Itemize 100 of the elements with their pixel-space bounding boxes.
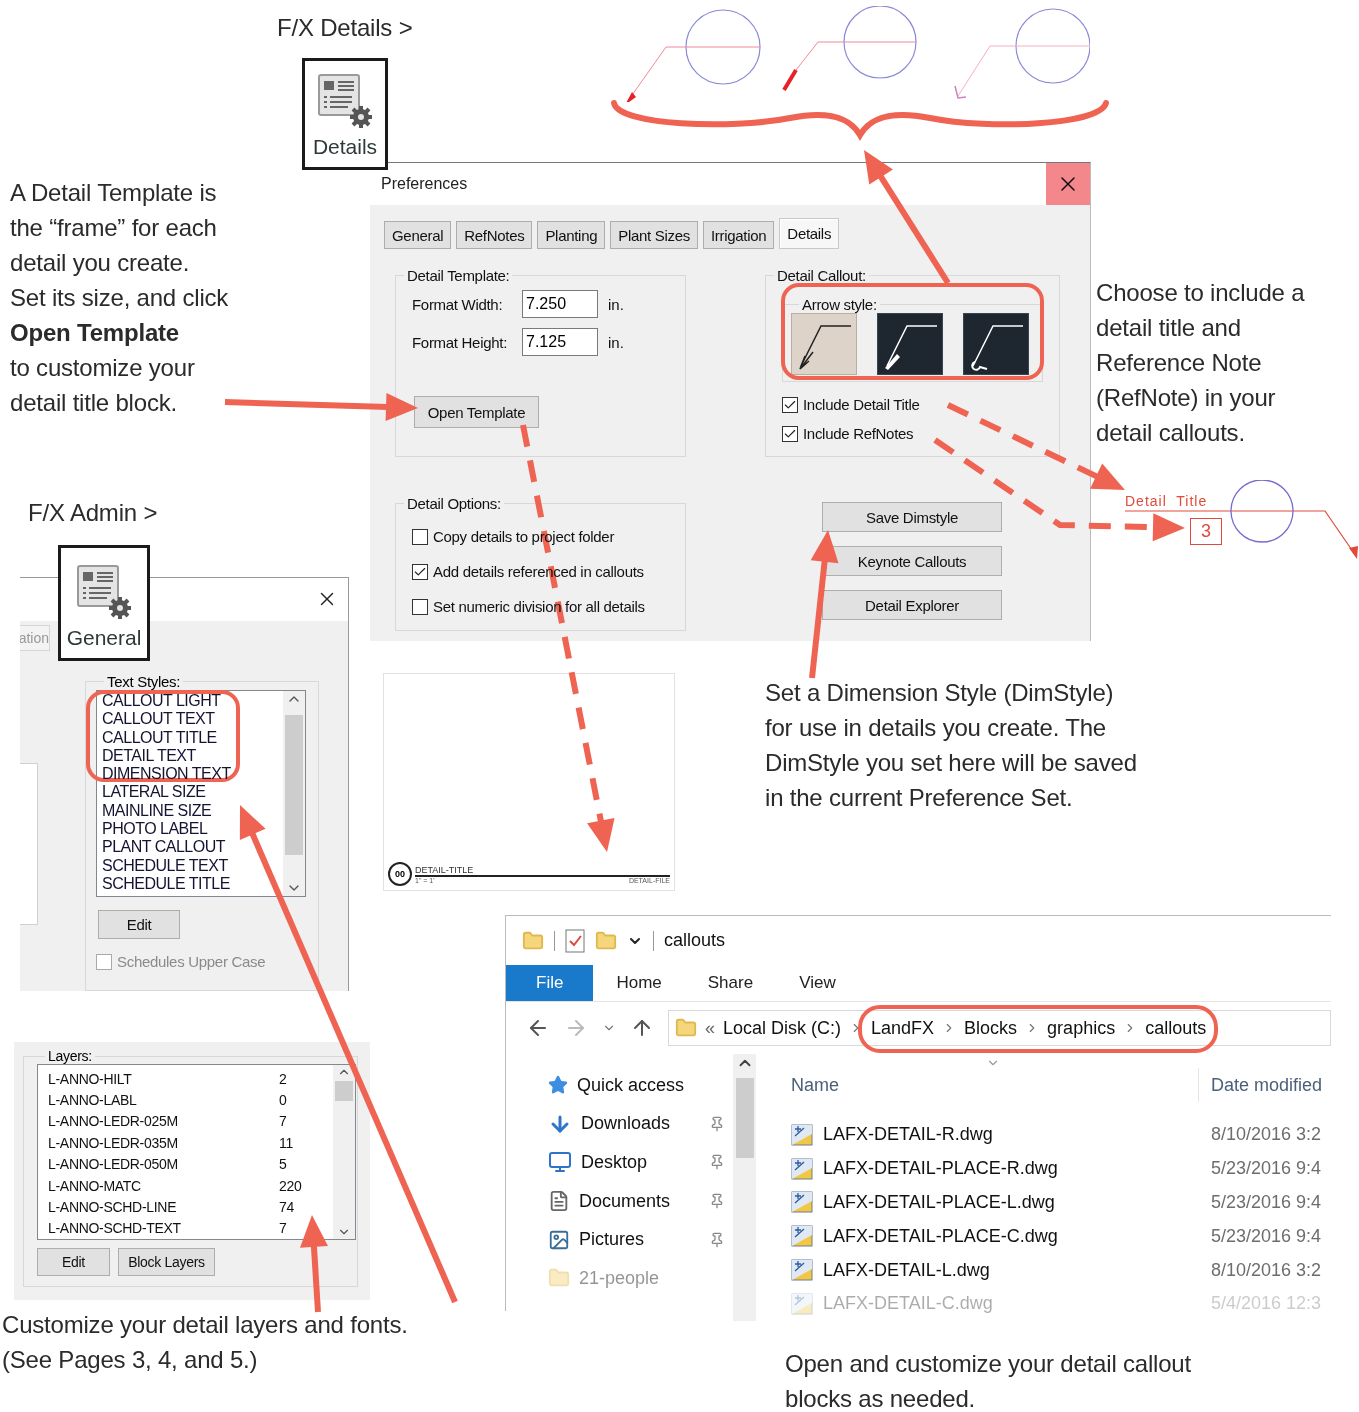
input-field[interactable]: 7.125 [522,328,598,356]
checkbox[interactable] [412,563,428,580]
list-item[interactable]: SCHEDULE TEXT [102,856,278,875]
input-field[interactable]: 7.250 [522,290,598,318]
address-bar[interactable]: « Local Disk (C:) LandFX Blocks graphics callouts [668,1010,1331,1046]
list-box[interactable]: L-ANNO-HILT 2 L-ANNO-LABL 0 L-ANNO-LEDR-025M 7 L-ANNO-LEDR-035M 11 L-ANNO-LEDR-050M 5 L-ANNO-MATC 220 L-ANNO-SCHD-LINE 74 L-ANNO-SCHD-TEXT 7 [37,1064,356,1240]
column-header[interactable]: Date modified [1198,1068,1331,1102]
layer-count: 220 [279,1177,303,1194]
document-gear-icon [315,73,375,131]
checkbox[interactable] [782,425,798,442]
tab[interactable]: Irrigation [702,221,775,249]
breadcrumb[interactable]: graphics [1047,1017,1116,1039]
file-row[interactable]: LAFX-DETAIL-PLACE-R.dwg 5/23/2016 9:4 [791,1151,1331,1186]
nav-item[interactable]: Quick access [548,1066,733,1105]
list-item[interactable]: CALLOUT TITLE [102,728,278,747]
panel-button[interactable]: Edit [37,1248,110,1276]
tab[interactable]: General [384,221,452,249]
layer-name: L-ANNO-HILT [48,1070,133,1087]
overflow-marker[interactable]: « [705,1017,715,1039]
arrow-style-button[interactable] [791,313,857,375]
arrow-style-button[interactable] [877,313,943,375]
drawing-file-icon [791,1157,813,1180]
checkbox[interactable] [412,528,428,545]
dialog-button[interactable]: Detail Explorer [822,590,1002,620]
list-item[interactable]: LATERAL SIZE [102,783,278,802]
details-ribbon-button[interactable]: Details [302,58,388,170]
ribbon-label: Details [312,135,378,159]
file-date: 8/10/2016 3:2 [1211,1259,1323,1281]
layer-count: 0 [279,1092,288,1109]
list-item[interactable]: PHOTO LABEL [102,820,278,839]
annotation-text: Open and customize your detail callout blocks as needed. [785,1349,1191,1412]
open-template-button[interactable]: Open Template [414,396,539,428]
dialog-title: Preferences [380,175,468,193]
drawing-file-icon [791,1225,813,1248]
scroll-thumb[interactable] [285,715,303,855]
checkbox[interactable] [782,396,798,413]
list-item[interactable]: PLANT CALLOUT [102,838,278,857]
file-row[interactable]: LAFX-DETAIL-PLACE-L.dwg 5/23/2016 9:4 [791,1185,1331,1220]
annotation-text: Choose to include a detail title and Reference Note (RefNote) in your detail callouts. [1096,278,1305,448]
list-item[interactable]: CALLOUT TEXT [102,710,278,729]
layer-count: 74 [279,1199,295,1216]
file-name: LAFX-DETAIL-PLACE-R.dwg [823,1158,1059,1180]
checkbox-label: Schedules Upper Case [117,953,266,970]
file-row[interactable]: LAFX-DETAIL-L.dwg 8/10/2016 3:2 [791,1253,1331,1287]
file-date: 8/10/2016 3:2 [1211,1124,1323,1146]
star-icon [548,1075,568,1096]
list-item[interactable]: CALLOUT LIGHT [102,692,278,711]
scroll-thumb[interactable] [335,1081,353,1101]
breadcrumb[interactable]: Blocks [964,1017,1018,1039]
callout-title-text: Detail Title [1125,493,1208,509]
file-row[interactable]: LAFX-DETAIL-R.dwg 8/10/2016 3:2 [791,1118,1331,1152]
pin-icon[interactable] [709,1154,725,1171]
pin-icon[interactable] [709,1231,725,1248]
list-item[interactable]: MAINLINE SIZE [102,801,278,821]
nav-item[interactable]: Downloads [548,1104,733,1144]
tab[interactable]: RefNotes [456,221,533,249]
pin-icon[interactable] [709,1193,725,1210]
checklist-icon [565,928,585,953]
tab[interactable]: Details [779,218,840,249]
breadcrumb[interactable]: callouts [1145,1017,1207,1039]
tab[interactable]: Planting [537,221,606,249]
callout-number: 3 [1190,518,1222,545]
close-button[interactable] [1046,163,1090,205]
scrollbar[interactable] [283,691,305,896]
checkbox[interactable] [412,598,428,615]
unit-label: in. [608,295,624,313]
file-row[interactable]: LAFX-DETAIL-PLACE-C.dwg 5/23/2016 9:4 [791,1219,1331,1254]
layer-name: L-ANNO-MATC [48,1177,142,1194]
nav-item[interactable]: Desktop [548,1143,733,1182]
ribbon-label: General [66,626,142,650]
pin-icon[interactable] [709,1115,725,1132]
scroll-thumb[interactable] [735,1078,754,1158]
file-date: 5/23/2016 9:4 [1211,1192,1323,1213]
scrollbar[interactable] [333,1065,355,1239]
nav-item[interactable]: Documents [548,1181,733,1221]
arrow-style-button[interactable] [963,313,1029,375]
list-item[interactable]: SCHEDULE TITLE [102,874,278,894]
nav-item[interactable]: Pictures [548,1220,733,1259]
dialog-button[interactable]: Save Dimstyle [822,502,1002,532]
group-label: Text Styles: [106,673,182,690]
file-date: 5/23/2016 9:4 [1211,1225,1323,1247]
layer-name: L-ANNO-LABL [48,1092,138,1109]
group-label: Detail Template: [406,267,511,284]
ribbon-tab[interactable]: File [506,965,594,1001]
checkbox-label: Include RefNotes [803,425,914,442]
tab[interactable]: Plant Sizes [610,221,698,249]
file-name: LAFX-DETAIL-PLACE-L.dwg [823,1192,1056,1213]
edit-button[interactable]: Edit [98,910,180,939]
breadcrumb[interactable]: LandFX [871,1017,935,1039]
panel-button[interactable]: Block Layers [118,1248,215,1276]
group-label: Layers: [47,1048,93,1064]
list-item[interactable]: DETAIL TEXT [102,746,278,766]
folder-icon [595,929,617,952]
breadcrumb[interactable]: Local Disk (C:) [723,1017,842,1039]
general-ribbon-button[interactable]: General [58,545,150,661]
document-icon [548,1190,570,1213]
section-caption: F/X Details > [277,13,413,43]
scrollbar[interactable] [733,1054,756,1321]
group-label: Detail Options: [406,495,502,512]
drawing-file-icon [791,1292,813,1315]
